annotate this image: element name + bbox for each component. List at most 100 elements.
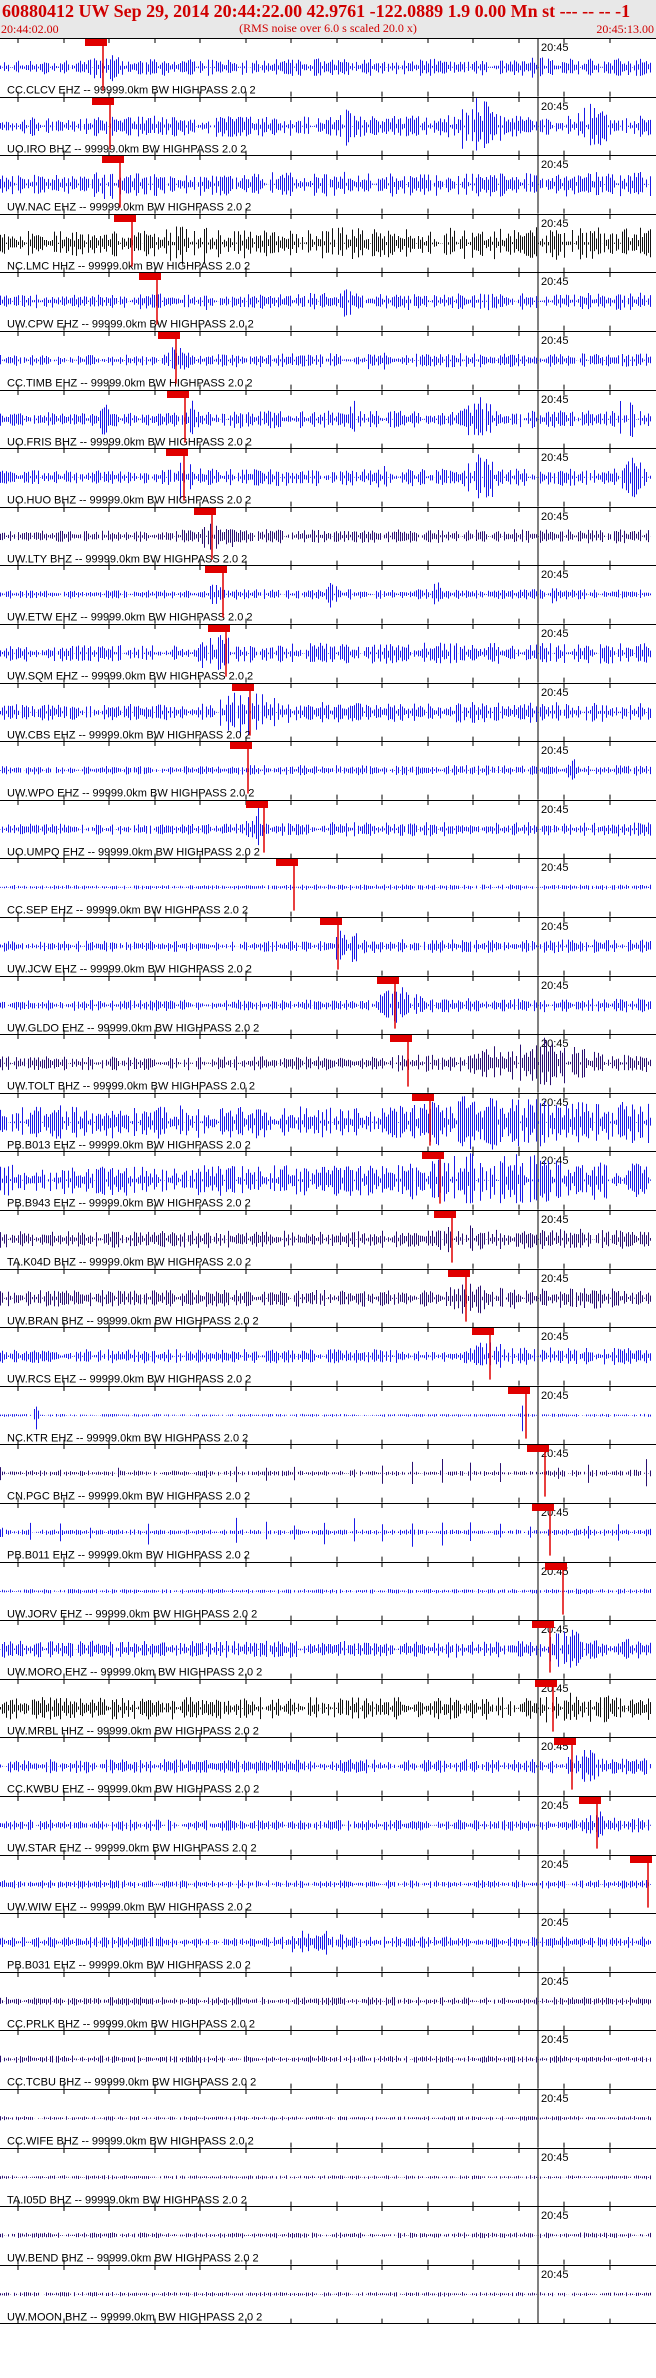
pick-marker — [208, 625, 230, 632]
channel-row: 20:45 UW.WPO EHZ -- 99999.0km BW HIGHPASS… — [0, 741, 656, 800]
minute-mark-label: 20:45 — [541, 2034, 569, 2046]
station-label: UW.JORV EHZ -- 99999.0km BW HIGHPASS 2.0… — [7, 1609, 257, 1621]
pick-marker — [102, 156, 124, 163]
station-label: UW.JCW EHZ -- 99999.0km BW HIGHPASS 2.0 … — [7, 964, 252, 976]
end-time: 20:45:13.00 — [596, 22, 654, 36]
minute-mark-label: 20:45 — [541, 1390, 569, 1402]
channel-row: 20:45 CC.TCBU BHZ -- 99999.0km BW HIGHPAS… — [0, 2030, 656, 2089]
pick-marker — [205, 566, 227, 573]
station-label: UW.LTY BHZ -- 99999.0km BW HIGHPASS 2.0 … — [7, 554, 247, 566]
station-label: CC.KWBU EHZ -- 99999.0km BW HIGHPASS 2.0… — [7, 1784, 259, 1796]
station-label: UW.NAC EHZ -- 99999.0km BW HIGHPASS 2.0 … — [7, 202, 251, 214]
pick-marker — [92, 98, 114, 105]
channel-row: 20:45 UW.SQM EHZ -- 99999.0km BW HIGHPASS… — [0, 624, 656, 683]
pick-marker — [166, 449, 188, 456]
minute-mark-label: 20:45 — [541, 745, 569, 757]
station-label: UO.HUO BHZ -- 99999.0km BW HIGHPASS 2.0 … — [7, 495, 251, 507]
station-label: CC.CLCV EHZ -- 99999.0km BW HIGHPASS 2.0… — [7, 85, 256, 97]
channel-row: 20:45 UW.JCW EHZ -- 99999.0km BW HIGHPASS… — [0, 917, 656, 976]
pick-marker — [545, 1563, 567, 1570]
minute-mark-label: 20:45 — [541, 628, 569, 640]
pick-marker — [230, 742, 252, 749]
station-label: UW.SQM EHZ -- 99999.0km BW HIGHPASS 2.0 … — [7, 671, 253, 683]
minute-mark-label: 20:45 — [541, 1155, 569, 1167]
pick-marker — [194, 508, 216, 515]
station-label: UW.WIW EHZ -- 99999.0km BW HIGHPASS 2.0 … — [7, 1902, 252, 1914]
channel-row: 20:45 CC.CLCV EHZ -- 99999.0km BW HIGHPAS… — [0, 38, 656, 97]
waveform-trace — [0, 759, 651, 780]
channel-row: 20:45 UW.CBS EHZ -- 99999.0km BW HIGHPASS… — [0, 683, 656, 742]
minute-mark-label: 20:45 — [541, 1859, 569, 1871]
station-label: UO.FRIS BHZ -- 99999.0km BW HIGHPASS 2.0… — [7, 437, 252, 449]
channel-row: 20:45UW.TOLT BHZ -- 99999.0km BW HIGHPAS… — [0, 1034, 656, 1093]
channel-row: 20:45 UW.LTY BHZ -- 99999.0km BW HIGHPASS… — [0, 507, 656, 566]
pick-marker — [377, 977, 399, 984]
minute-mark-label: 20:45 — [541, 101, 569, 113]
channel-row: 20:45 CC.TIMB EHZ -- 99999.0km BW HIGHPAS… — [0, 331, 656, 390]
waveform-trace — [0, 1880, 651, 1889]
waveform-trace — [0, 347, 651, 370]
minute-mark-label: 20:45 — [541, 921, 569, 933]
pick-marker — [527, 1445, 549, 1452]
channel-row: 20:45 UW.WIW EHZ -- 99999.0km BW HIGHPASS… — [0, 1855, 656, 1914]
minute-mark-label: 20:45 — [541, 1976, 569, 1988]
waveform-trace — [0, 2175, 651, 2180]
waveform-trace — [0, 1811, 651, 1838]
channel-row: 20:45PB.B011 EHZ -- 99999.0km BW HIGHPAS… — [0, 1503, 656, 1562]
waveform-trace — [0, 2116, 651, 2121]
pick-marker — [114, 215, 136, 222]
pick-marker — [508, 1387, 530, 1394]
minute-mark-label: 20:45 — [541, 2269, 569, 2281]
waveform-trace — [0, 1517, 651, 1547]
channel-row: 20:45 NC.LMC HHZ -- 99999.0km BW HIGHPASS… — [0, 214, 656, 273]
station-label: UO.IRO BHZ -- 99999.0km BW HIGHPASS 2.0 … — [7, 144, 246, 156]
channel-row: 20:45 UW.NAC EHZ -- 99999.0km BW HIGHPASS… — [0, 155, 656, 214]
waveform-trace — [0, 171, 651, 199]
station-label: CN.PGC BHZ -- 99999.0km BW HIGHPASS 2.0 … — [7, 1491, 250, 1503]
pick-marker — [554, 1738, 576, 1745]
channel-row: 20:45 CC.WIFE BHZ -- 99999.0km BW HIGHPAS… — [0, 2089, 656, 2148]
plot-header: 60880412 UW Sep 29, 2014 20:44:22.00 42.… — [0, 0, 656, 38]
station-label: PB.B031 EHZ -- 99999.0km BW HIGHPASS 2.0… — [7, 1960, 251, 1972]
minute-mark-label: 20:45 — [541, 1273, 569, 1285]
pick-marker — [579, 1797, 601, 1804]
channel-row: 20:45 TA.I05D BHZ -- 99999.0km BW HIGHPAS… — [0, 2148, 656, 2207]
pick-marker — [532, 1504, 554, 1511]
station-label: UW.RCS EHZ -- 99999.0km BW HIGHPASS 2.0 … — [7, 1374, 251, 1386]
minute-mark-label: 20:45 — [541, 1331, 569, 1343]
waveform-trace — [0, 1750, 651, 1782]
channel-row: 20:45 CC.SEP EHZ -- 99999.0km BW HIGHPASS… — [0, 858, 656, 917]
pick-marker — [535, 1680, 557, 1687]
minute-mark-label: 20:45 — [541, 980, 569, 992]
pick-marker — [472, 1328, 494, 1335]
station-label: UW.STAR EHZ -- 99999.0km BW HIGHPASS 2.0… — [7, 1843, 257, 1855]
event-title: 60880412 UW Sep 29, 2014 20:44:22.00 42.… — [2, 1, 631, 21]
minute-mark-label: 20:45 — [541, 159, 569, 171]
station-label: CC.TCBU BHZ -- 99999.0km BW HIGHPASS 2.0… — [7, 2077, 256, 2089]
minute-mark-label: 20:45 — [541, 276, 569, 288]
waveform-trace — [0, 1283, 651, 1314]
seismogram-plot: 20:45 CC.CLCV EHZ -- 99999.0km BW HIGHPAS… — [0, 38, 656, 2324]
station-label: UW.ETW EHZ -- 99999.0km BW HIGHPASS 2.0 … — [7, 612, 253, 624]
channel-row: 20:45 UO.HUO BHZ -- 99999.0km BW HIGHPASS… — [0, 448, 656, 507]
station-label: TA.K04D BHZ -- 99999.0km BW HIGHPASS 2.0… — [7, 1257, 251, 1269]
pick-marker — [246, 801, 268, 808]
channel-row: 20:45 UW.RCS EHZ -- 99999.0km BW HIGHPASS… — [0, 1327, 656, 1386]
waveform-trace — [0, 1930, 651, 1955]
station-label: NC.LMC HHZ -- 99999.0km BW HIGHPASS 2.0 … — [7, 261, 250, 273]
pick-marker — [448, 1270, 470, 1277]
pick-marker — [232, 684, 254, 691]
pick-marker — [158, 332, 180, 339]
minute-mark-label: 20:45 — [541, 452, 569, 464]
minute-mark-label: 20:45 — [541, 511, 569, 523]
waveform-trace — [0, 582, 651, 608]
minute-mark-label: 20:45 — [541, 687, 569, 699]
station-label: UW.CPW EHZ -- 99999.0km BW HIGHPASS 2.0 … — [7, 319, 254, 331]
channel-row: 20:45UW.MRBL HHZ -- 99999.0km BW HIGHPAS… — [0, 1679, 656, 1738]
station-label: UW.MOON BHZ -- 99999.0km BW HIGHPASS 2.0… — [7, 2312, 262, 2324]
minute-mark-label: 20:45 — [541, 335, 569, 347]
pick-marker — [276, 859, 298, 866]
waveform-trace — [0, 884, 651, 891]
minute-mark-label: 20:45 — [541, 42, 569, 54]
channel-row: 20:45 UW.STAR EHZ -- 99999.0km BW HIGHPAS… — [0, 1796, 656, 1855]
